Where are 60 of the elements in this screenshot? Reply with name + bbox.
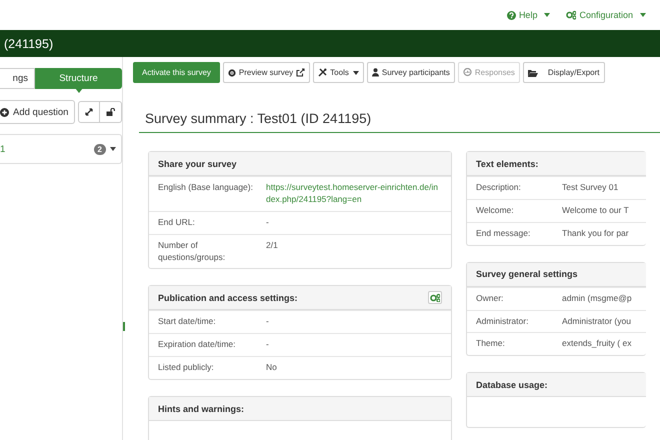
field-value: Administrator (you	[562, 316, 631, 328]
field-value: admin (msgme@p	[562, 292, 632, 305]
page-heading: Survey summary : Test01 (ID 241195)	[139, 111, 660, 133]
gear-icon	[228, 68, 236, 76]
field-value: extends_fruity ( ex	[562, 338, 632, 350]
toolbar-button[interactable]: Preview survey	[222, 62, 310, 83]
field-label: Start date/time:	[158, 316, 217, 328]
nav-menu-link[interactable]: Configuration	[566, 10, 646, 20]
field-value: No	[266, 362, 277, 374]
panel-title: Publication and access settings:	[158, 292, 298, 303]
field-label: Listed publicly:	[158, 362, 215, 374]
toolbar-button[interactable]: Survey participants	[366, 62, 455, 83]
field-label: Theme:	[476, 338, 506, 350]
field-label: End URL:	[158, 216, 196, 229]
field-label: End message:	[476, 228, 532, 240]
field-label: Number of questions/groups:	[158, 240, 226, 264]
settings-button[interactable]	[428, 291, 442, 304]
field-value: -	[266, 339, 269, 352]
toolbar-button[interactable]: Activate this survey	[133, 62, 220, 83]
external-link-icon	[296, 68, 306, 77]
unlock-icon	[106, 108, 115, 116]
panel-title: Hints and warnings:	[158, 404, 244, 414]
toolbar-button[interactable]: Tools	[313, 62, 364, 83]
panel-title: Database usage:	[476, 380, 548, 390]
group-name: 1	[0, 144, 6, 154]
plus-circle-icon	[0, 108, 9, 116]
sidebar-tab[interactable]: ngs	[0, 68, 35, 89]
add-question-button[interactable]: Add question	[0, 100, 76, 124]
collapse-button[interactable]	[78, 101, 100, 123]
panel-title: Survey general settings	[476, 269, 578, 280]
field-label: Description:	[476, 182, 522, 194]
field-value: Test Survey 01	[562, 182, 618, 194]
nav-menu-link[interactable]: Help	[506, 10, 550, 20]
settings-icon	[430, 293, 440, 302]
settings-icon	[566, 10, 576, 20]
caret-icon[interactable]	[110, 147, 116, 151]
field-label: Expiration date/time:	[158, 339, 236, 352]
field-value: 2/1	[266, 240, 278, 252]
field-label: Administrator:	[476, 316, 530, 328]
field-value: -	[266, 216, 269, 229]
help-icon	[506, 10, 516, 20]
lock-button[interactable]	[100, 101, 122, 123]
field-value: Thank you for par	[562, 228, 629, 240]
chart-bubble-icon	[462, 68, 472, 77]
question-group-item[interactable]: 1 2	[0, 134, 122, 164]
survey-title: (241195)	[4, 36, 54, 50]
survey-link[interactable]: https://surveytest.homeserver-einrichten.de/index.php/241195?lang=en	[266, 182, 442, 206]
toolbar-button[interactable]: Display/Export	[522, 62, 604, 83]
field-label: Welcome:	[476, 204, 515, 217]
panel-title: Share your survey	[158, 158, 237, 168]
panel-title: Text elements:	[476, 158, 538, 168]
resize-handle-icon[interactable]	[123, 322, 125, 331]
field-label: Owner:	[476, 292, 504, 305]
arrows-icon	[85, 108, 93, 116]
field-value: -	[266, 316, 269, 328]
field-value: Welcome to our T	[562, 204, 629, 217]
field-label: English (Base language):	[158, 182, 254, 194]
folder-icon	[528, 68, 538, 76]
count-badge: 2	[94, 144, 106, 154]
user-icon	[372, 68, 379, 77]
